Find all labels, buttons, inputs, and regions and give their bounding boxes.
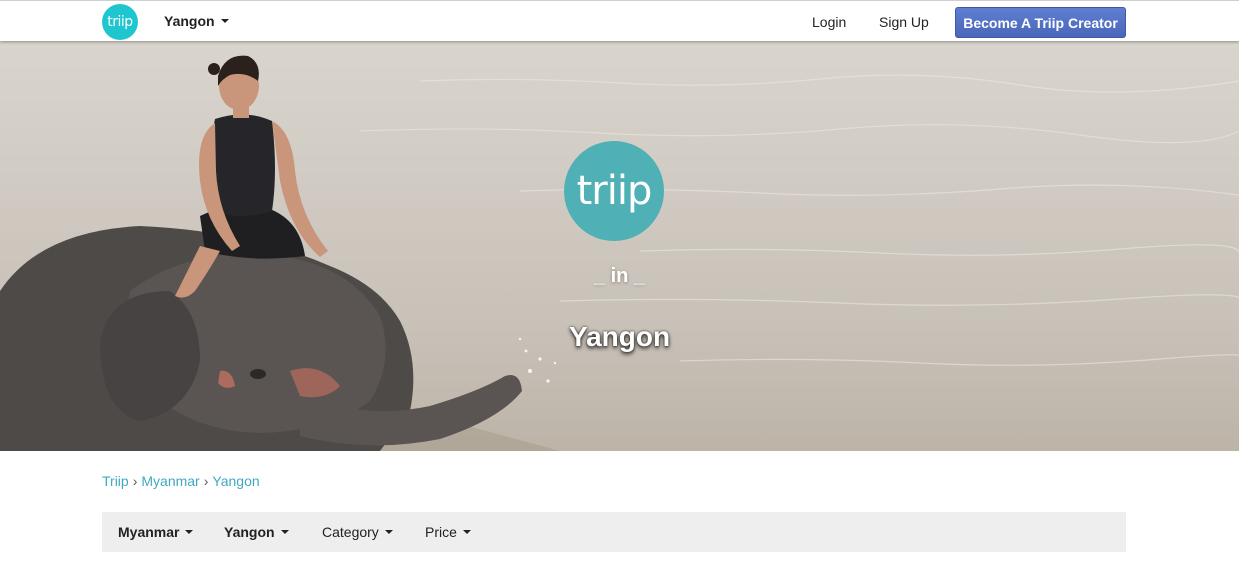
country-filter-dropdown[interactable]: Myanmar xyxy=(118,524,194,540)
hero-in-text: _ in _ xyxy=(593,265,646,287)
signup-link[interactable]: Sign Up xyxy=(879,14,929,30)
login-link[interactable]: Login xyxy=(812,14,846,30)
breadcrumb: Triip › Myanmar › Yangon xyxy=(102,473,260,489)
hero-banner: triip _ in _ Yangon xyxy=(0,41,1239,451)
category-filter-label: Category xyxy=(322,524,379,540)
city-filter-label: Yangon xyxy=(224,524,275,540)
price-filter-dropdown[interactable]: Price xyxy=(425,524,471,540)
category-filter-dropdown[interactable]: Category xyxy=(322,524,393,540)
chevron-down-icon xyxy=(384,530,393,534)
breadcrumb-triip[interactable]: Triip xyxy=(102,473,129,489)
country-filter-label: Myanmar xyxy=(118,524,180,540)
breadcrumb-yangon[interactable]: Yangon xyxy=(212,473,259,489)
hero-city-title: Yangon xyxy=(568,321,671,352)
breadcrumb-myanmar[interactable]: Myanmar xyxy=(141,473,199,489)
city-selector-label: Yangon xyxy=(164,13,215,29)
chevron-down-icon xyxy=(185,530,194,534)
hero-photo-elephant-rider xyxy=(0,55,1239,451)
breadcrumb-separator: › xyxy=(203,473,209,489)
chevron-down-icon xyxy=(280,530,289,534)
city-selector-dropdown[interactable]: Yangon xyxy=(164,13,229,29)
price-filter-label: Price xyxy=(425,524,457,540)
become-creator-button[interactable]: Become A Triip Creator xyxy=(955,7,1126,38)
chevron-down-icon xyxy=(462,530,471,534)
city-filter-dropdown[interactable]: Yangon xyxy=(224,524,289,540)
filter-bar: Myanmar Yangon Category Price xyxy=(102,512,1126,552)
breadcrumb-separator: › xyxy=(132,473,138,489)
top-navbar: triip Yangon Login Sign Up Become A Trii… xyxy=(0,0,1239,41)
chevron-down-icon xyxy=(220,19,229,23)
triip-logo[interactable]: triip xyxy=(102,4,138,40)
hero-triip-logo: triip xyxy=(564,141,664,241)
